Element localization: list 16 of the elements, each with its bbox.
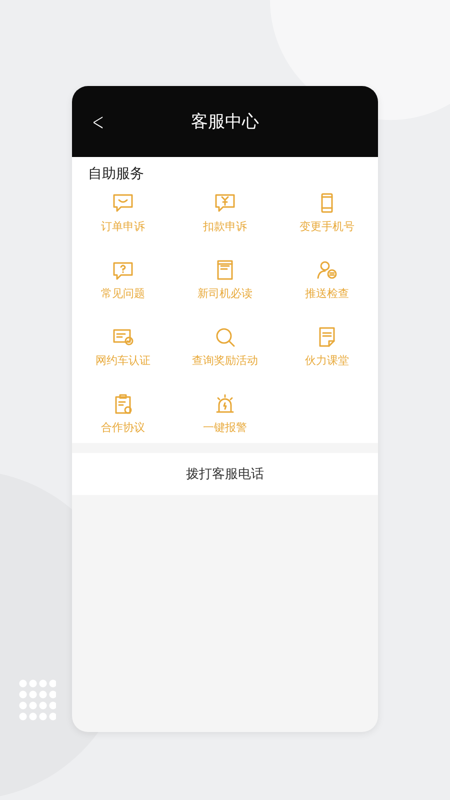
service-item[interactable]: 合作协议: [72, 392, 174, 435]
service-item[interactable]: 推送检查: [276, 258, 378, 301]
back-button[interactable]: <: [90, 108, 106, 136]
service-item[interactable]: 一键报警: [174, 392, 276, 435]
service-item[interactable]: 订单申诉: [72, 191, 174, 234]
service-item[interactable]: 扣款申诉: [174, 191, 276, 234]
service-item[interactable]: 伙力课堂: [276, 325, 378, 368]
service-item[interactable]: 常见问题: [72, 258, 174, 301]
service-item[interactable]: 新司机必读: [174, 258, 276, 301]
service-item[interactable]: 查询奖励活动: [174, 325, 276, 368]
page-title: 客服中心: [191, 111, 259, 133]
section-title: 自助服务: [87, 165, 145, 183]
call-button[interactable]: 拨打客服电话: [72, 453, 378, 495]
service-item[interactable]: 变更手机号: [276, 191, 378, 234]
dot-grid-icon: [18, 678, 56, 722]
service-item[interactable]: 网约车认证: [72, 325, 174, 368]
